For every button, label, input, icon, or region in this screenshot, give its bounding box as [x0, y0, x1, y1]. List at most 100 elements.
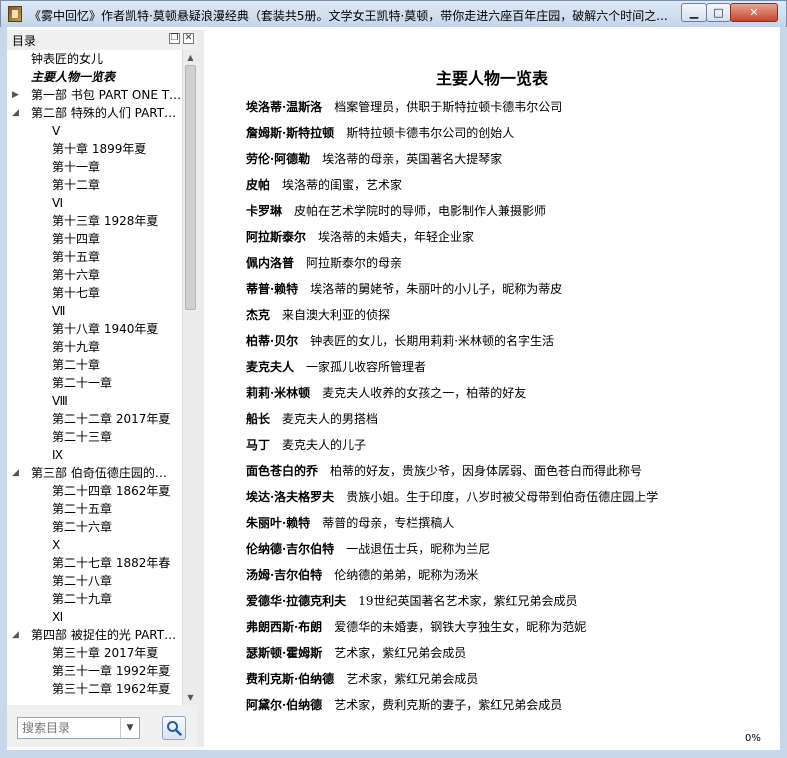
toc-item-label: 第十七章	[52, 286, 101, 300]
character-entry: 朱丽叶·赖特 蒂普的母亲，专栏撰稿人	[246, 514, 454, 532]
character-entry: 马丁 麦克夫人的儿子	[246, 436, 366, 454]
toc-item[interactable]: 第十二章	[7, 176, 182, 194]
toc-item[interactable]: Ⅹ	[7, 536, 182, 554]
character-description: 阿拉斯泰尔的母亲	[306, 256, 403, 270]
toc-item[interactable]: ◢ 第三部 伯奇伍德庄园的…	[7, 464, 182, 482]
toc-item-label: 第十九章	[52, 340, 101, 354]
toc-item[interactable]: Ⅷ	[7, 392, 182, 410]
character-description: 来自澳大利亚的侦探	[282, 308, 391, 322]
character-entry: 卡罗琳 皮帕在艺术学院时的导师，电影制作人兼摄影师	[246, 202, 546, 220]
toc-item-label: 第二十九章	[52, 592, 113, 606]
window-frame-left	[0, 27, 7, 758]
chevron-down-icon[interactable]: ▼	[120, 718, 139, 738]
toc-item[interactable]: 第三十一章 1992年夏	[7, 662, 182, 680]
toc-item[interactable]: 第二十一章	[7, 374, 182, 392]
toc-item[interactable]: 第三十章 2017年夏	[7, 644, 182, 662]
character-entry: 阿拉斯泰尔 埃洛蒂的未婚夫，年轻企业家	[246, 228, 474, 246]
character-description: 档案管理员，供职于斯特拉顿卡德韦尔公司	[334, 100, 563, 114]
character-description: 皮帕在艺术学院时的导师，电影制作人兼摄影师	[294, 204, 547, 218]
character-description: 埃洛蒂的舅姥爷，朱丽叶的小儿子，昵称为蒂皮	[310, 282, 563, 296]
toc-item[interactable]: 第三十二章 1962年夏	[7, 680, 182, 698]
toc-item[interactable]: 第十章 1899年夏	[7, 140, 182, 158]
toc-item[interactable]: 第十四章	[7, 230, 182, 248]
toc-item[interactable]: Ⅵ	[7, 194, 182, 212]
toc-item[interactable]: 第二十五章	[7, 500, 182, 518]
toc-item[interactable]: 第十九章	[7, 338, 182, 356]
toc-item-label: 第二部 特殊的人们 PART…	[31, 106, 177, 120]
toc-title: 目录	[12, 34, 37, 48]
character-name: 埃洛蒂·温斯洛	[246, 100, 323, 114]
character-name: 朱丽叶·赖特	[246, 516, 311, 530]
undock-panel-button[interactable]: ❐	[169, 33, 180, 44]
search-button[interactable]	[162, 716, 186, 740]
toc-search-input[interactable]	[18, 718, 118, 738]
toc-item[interactable]: 第十三章 1928年夏	[7, 212, 182, 230]
panel-splitter[interactable]	[197, 30, 204, 747]
scroll-down-arrow-icon[interactable]: ▼	[183, 690, 198, 705]
toc-item[interactable]: 第二十六章	[7, 518, 182, 536]
collapse-arrow-icon[interactable]: ◢	[12, 626, 19, 644]
toc-item-label: 第十二章	[52, 178, 101, 192]
toc-item[interactable]: 第二十二章 2017年夏	[7, 410, 182, 428]
toc-item[interactable]: ◢ 第四部 被捉住的光 PART…	[7, 626, 182, 644]
character-name: 卡罗琳	[246, 204, 283, 218]
toc-scrollbar[interactable]: ▲ ▼	[182, 50, 197, 705]
book-app-icon	[8, 6, 22, 22]
toc-item[interactable]: 第十六章	[7, 266, 182, 284]
toc-item-label: 第三部 伯奇伍德庄园的…	[31, 466, 167, 480]
character-entry: 麦克夫人 一家孤儿收容所管理者	[246, 358, 426, 376]
character-name: 阿拉斯泰尔	[246, 230, 307, 244]
expand-arrow-icon[interactable]: ▶	[12, 86, 19, 104]
toc-item[interactable]: Ⅴ	[7, 122, 182, 140]
toc-item-label: 第十六章	[52, 268, 101, 282]
character-entry: 劳伦·阿德勒 埃洛蒂的母亲，英国著名大提琴家	[246, 150, 502, 168]
character-entry: 瑟斯顿·霍姆斯 艺术家，紫红兄弟会成员	[246, 644, 466, 662]
toc-item[interactable]: 第十八章 1940年夏	[7, 320, 182, 338]
toc-item[interactable]: Ⅸ	[7, 446, 182, 464]
toc-item[interactable]: 第二十九章	[7, 590, 182, 608]
toc-item[interactable]: 第十一章	[7, 158, 182, 176]
toc-item[interactable]: 第十七章	[7, 284, 182, 302]
toc-item-label: 第十四章	[52, 232, 101, 246]
scroll-up-arrow-icon[interactable]: ▲	[183, 50, 198, 65]
toc-item[interactable]: Ⅶ	[7, 302, 182, 320]
toc-item-label: 第二十五章	[52, 502, 113, 516]
collapse-arrow-icon[interactable]: ◢	[12, 464, 19, 482]
toc-item-label: Ⅹ	[52, 538, 61, 552]
character-name: 詹姆斯·斯特拉顿	[246, 126, 335, 140]
character-name: 柏蒂·贝尔	[246, 334, 299, 348]
toc-item[interactable]: Ⅺ	[7, 608, 182, 626]
toc-item[interactable]: 第十五章	[7, 248, 182, 266]
character-name: 劳伦·阿德勒	[246, 152, 311, 166]
close-window-button[interactable]: ✕	[730, 3, 778, 22]
toc-item[interactable]: 第二十三章	[7, 428, 182, 446]
toc-item-label: 第四部 被捉住的光 PART…	[31, 628, 177, 642]
character-description: 艺术家，费利克斯的妻子，紫红兄弟会成员	[334, 698, 563, 712]
toc-item[interactable]: 主要人物一览表	[7, 68, 182, 86]
character-entry: 杰克 来自澳大利亚的侦探	[246, 306, 390, 324]
toc-item[interactable]: 第二十章	[7, 356, 182, 374]
character-description: 蒂普的母亲，专栏撰稿人	[322, 516, 455, 530]
page-title: 主要人物一览表	[435, 69, 548, 88]
scroll-thumb[interactable]	[185, 65, 196, 310]
toc-item[interactable]: 第二十八章	[7, 572, 182, 590]
character-description: 一家孤儿收容所管理者	[306, 360, 427, 374]
character-name: 弗朗西斯·布朗	[246, 620, 323, 634]
toc-item[interactable]: ◢ 第二部 特殊的人们 PART…	[7, 104, 182, 122]
character-entry: 埃洛蒂·温斯洛 档案管理员，供职于斯特拉顿卡德韦尔公司	[246, 98, 562, 116]
close-panel-button[interactable]: ✕	[183, 33, 194, 44]
character-description: 一战退伍士兵，昵称为兰尼	[346, 542, 491, 556]
character-name: 瑟斯顿·霍姆斯	[246, 646, 323, 660]
toc-item[interactable]: 第二十七章 1882年春	[7, 554, 182, 572]
toc-item[interactable]: ▶ 第一部 书包 PART ONE T…	[7, 86, 182, 104]
character-name: 阿黛尔·伯纳德	[246, 698, 323, 712]
collapse-arrow-icon[interactable]: ◢	[12, 104, 19, 122]
maximize-button[interactable]: □	[706, 3, 731, 22]
toc-item-label: 第二十章	[52, 358, 101, 372]
toc-item-label: 第十一章	[52, 160, 101, 174]
toc-item[interactable]: 第二十四章 1862年夏	[7, 482, 182, 500]
minimize-button[interactable]: ▁	[681, 3, 707, 22]
toc-item[interactable]: 钟表匠的女儿	[7, 50, 182, 68]
toc-item-label: 第二十七章 1882年春	[52, 556, 171, 570]
character-description: 艺术家，紫红兄弟会成员	[334, 646, 467, 660]
